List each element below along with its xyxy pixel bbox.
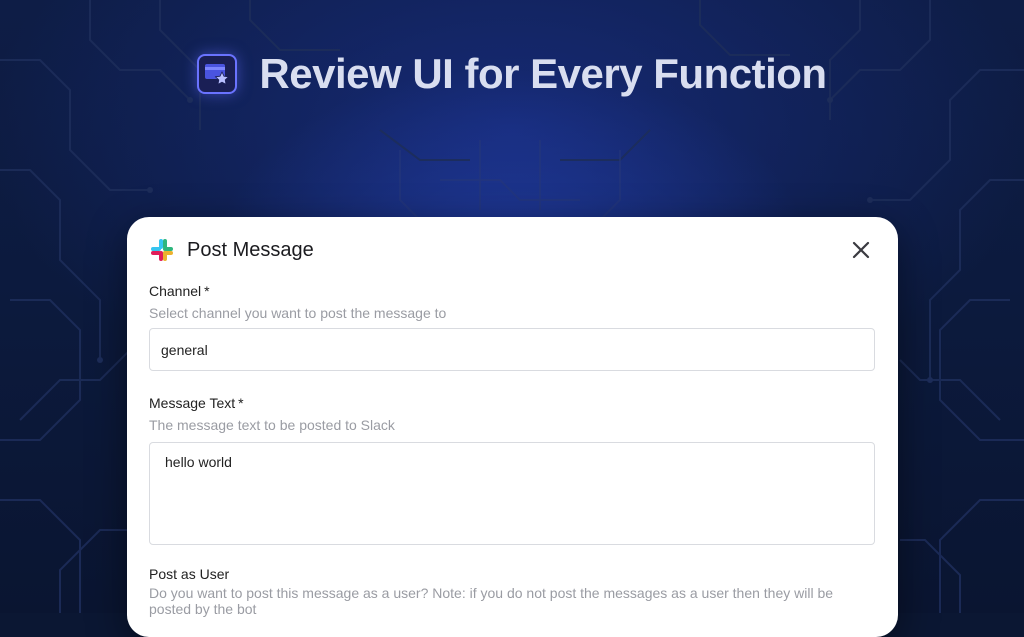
required-mark: *	[238, 395, 244, 411]
message-text-label: Message Text *	[149, 395, 244, 411]
post-message-dialog: Post Message Channel * Select channel you…	[127, 217, 898, 637]
post-as-user-label: Post as User	[149, 566, 230, 582]
message-text-input[interactable]: hello world	[149, 442, 875, 545]
dialog-title: Post Message	[187, 238, 314, 261]
channel-label: Channel *	[149, 283, 210, 299]
required-mark: *	[204, 283, 210, 299]
slack-icon	[151, 239, 173, 261]
review-card-star-icon	[197, 54, 238, 94]
message-text-help: The message text to be posted to Slack	[149, 417, 395, 433]
channel-label-text: Channel	[149, 283, 202, 299]
channel-input[interactable]: general	[149, 328, 875, 371]
post-as-user-help: Do you want to post this message as a us…	[149, 585, 834, 617]
close-icon[interactable]	[846, 235, 876, 265]
channel-help: Select channel you want to post the mess…	[149, 305, 447, 321]
page-title: Review UI for Every Function	[259, 50, 827, 97]
dialog-header: Post Message	[149, 235, 876, 265]
message-text-label-text: Message Text	[149, 395, 236, 411]
headline: Review UI for Every Function	[0, 44, 1024, 104]
